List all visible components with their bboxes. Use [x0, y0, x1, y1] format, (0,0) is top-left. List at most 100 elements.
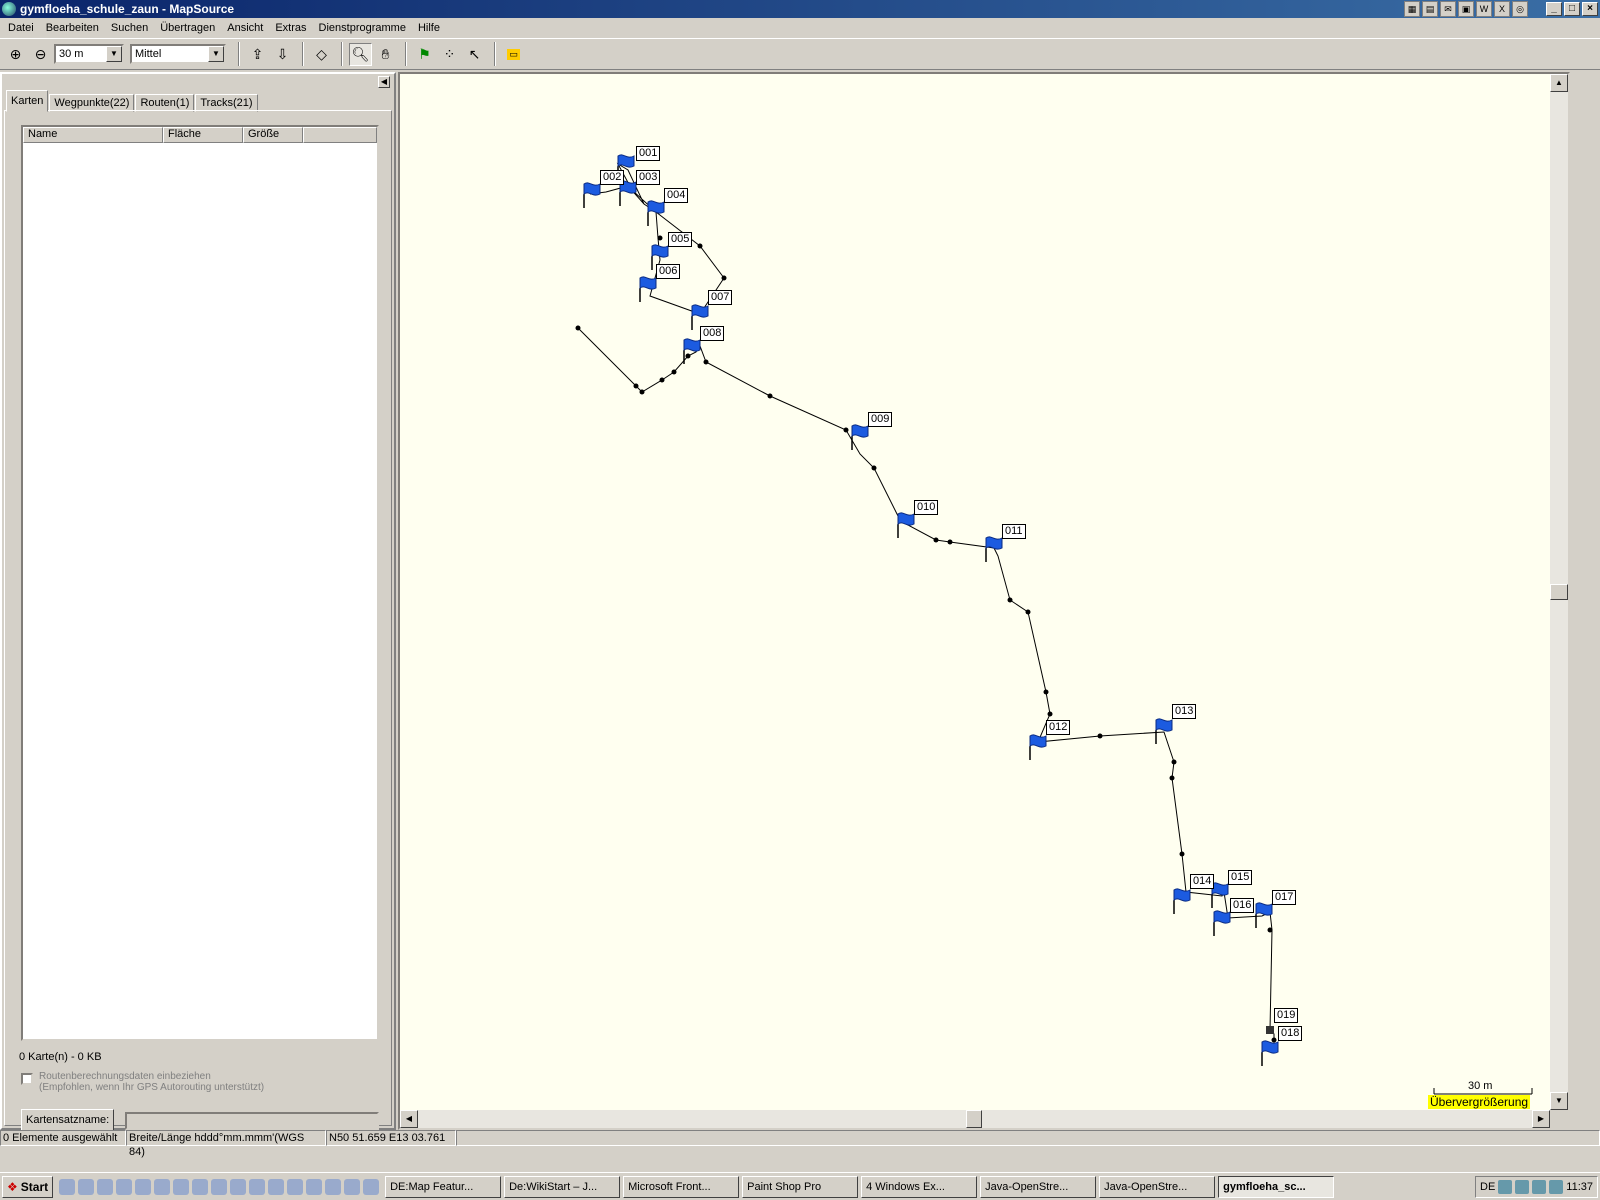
zoom-out-button[interactable]: ⊖	[29, 43, 52, 66]
tray-icon[interactable]	[1549, 1180, 1564, 1194]
quick-launch-icon[interactable]	[211, 1178, 228, 1195]
tray-icon[interactable]	[1532, 1180, 1547, 1194]
map-set-name-button[interactable]: Kartensatzname:	[21, 1109, 115, 1131]
vertical-scrollbar[interactable]: ▲ ▼	[1550, 74, 1568, 1110]
scroll-up-button[interactable]: ▲	[1550, 74, 1568, 92]
quick-launch-icon[interactable]	[97, 1178, 114, 1195]
select-tool-button[interactable]: ↖	[463, 43, 486, 66]
column-name[interactable]: Name	[23, 127, 163, 143]
column-flaeche[interactable]: Fläche	[163, 127, 243, 143]
task-button[interactable]: Java-OpenStre...	[1099, 1175, 1216, 1198]
task-button-active[interactable]: gymfloeha_sc...	[1218, 1175, 1335, 1198]
tray-icon[interactable]	[1498, 1180, 1513, 1194]
menu-datei[interactable]: Datei	[2, 22, 40, 34]
waypoint-label[interactable]: 005	[668, 232, 693, 247]
waypoint-label[interactable]: 001	[636, 146, 661, 161]
waypoint-label[interactable]: 003	[636, 170, 661, 185]
waypoint-label[interactable]: 002	[600, 170, 625, 185]
waypoint-label[interactable]: 017	[1272, 890, 1297, 905]
waypoint-label[interactable]: 014	[1190, 874, 1215, 889]
waypoint-label[interactable]: 010	[914, 500, 939, 515]
quick-launch-icon[interactable]	[363, 1178, 380, 1195]
collapse-panel-button[interactable]: ◀	[378, 76, 390, 88]
clock[interactable]: 11:37	[1566, 1181, 1593, 1193]
waypoint-label[interactable]: 006	[656, 264, 681, 279]
send-to-device-button[interactable]: ⇩	[271, 43, 294, 66]
waypoint-label[interactable]: 016	[1230, 898, 1255, 913]
quick-launch-icon[interactable]	[268, 1178, 285, 1195]
quick-launch-icon[interactable]	[306, 1178, 323, 1195]
map-tool-button[interactable]: ◇	[310, 43, 333, 66]
horizontal-scrollbar[interactable]: ◀ ▶	[400, 1110, 1550, 1128]
waypoint-label[interactable]: 008	[700, 326, 725, 341]
quick-launch-icon[interactable]	[230, 1178, 247, 1195]
hand-tool-button[interactable]: ✋︎	[374, 43, 397, 66]
quick-icon[interactable]: ▤	[1422, 1, 1438, 17]
route-tool-button[interactable]: ⁘	[438, 43, 461, 66]
mapsource-app-icon[interactable]	[2, 2, 16, 16]
task-button[interactable]: Java-OpenStre...	[980, 1175, 1097, 1198]
horizontal-scroll-thumb[interactable]	[966, 1110, 982, 1128]
waypoint-label[interactable]: 013	[1172, 704, 1197, 719]
waypoint-label[interactable]: 007	[708, 290, 733, 305]
zoom-in-button[interactable]: ⊕	[4, 43, 27, 66]
waypoint-label[interactable]: 015	[1228, 870, 1253, 885]
waypoint-label[interactable]: 018	[1278, 1026, 1303, 1041]
menu-bearbeiten[interactable]: Bearbeiten	[40, 22, 105, 34]
quick-launch-icon[interactable]	[135, 1178, 152, 1195]
waypoint-label[interactable]: 011	[1002, 524, 1026, 539]
quick-icon[interactable]: W	[1476, 1, 1492, 17]
quick-launch-icon[interactable]	[173, 1178, 190, 1195]
menu-uebertragen[interactable]: Übertragen	[154, 22, 221, 34]
task-button[interactable]: 4 Windows Ex...	[861, 1175, 978, 1198]
receive-from-device-button[interactable]: ⇪	[246, 43, 269, 66]
waypoint-label[interactable]: 012	[1046, 720, 1071, 735]
waypoint-label[interactable]: 019	[1274, 1008, 1299, 1023]
zoom-tool-button[interactable]: 🔍︎	[349, 42, 372, 66]
maximize-button[interactable]: □	[1564, 2, 1580, 16]
start-button[interactable]: ❖ Start	[2, 1175, 54, 1198]
routing-data-checkbox[interactable]	[21, 1073, 33, 1085]
quick-launch-icon[interactable]	[325, 1178, 342, 1195]
menu-dienstprogramme[interactable]: Dienstprogramme	[313, 22, 412, 34]
waypoint-tool-button[interactable]: ⚑	[413, 43, 436, 66]
quick-icon[interactable]: X	[1494, 1, 1510, 17]
map-canvas[interactable]: 001 002 003 004 005 006 007 008 009 010 …	[400, 74, 1550, 1110]
task-button[interactable]: Paint Shop Pro	[742, 1175, 859, 1198]
menu-extras[interactable]: Extras	[269, 22, 312, 34]
vertical-scroll-thumb[interactable]	[1550, 584, 1568, 600]
menu-ansicht[interactable]: Ansicht	[221, 22, 269, 34]
waypoint-label[interactable]: 009	[868, 412, 893, 427]
task-button[interactable]: Microsoft Front...	[623, 1175, 740, 1198]
minimize-button[interactable]: _	[1546, 2, 1562, 16]
task-button[interactable]: De:WikiStart – J...	[504, 1175, 621, 1198]
scroll-down-button[interactable]: ▼	[1550, 1092, 1568, 1110]
scroll-right-button[interactable]: ▶	[1532, 1110, 1550, 1128]
quick-launch-icon[interactable]	[154, 1178, 171, 1195]
distance-tool-button[interactable]: ▭	[502, 43, 525, 66]
column-groesse[interactable]: Größe	[243, 127, 303, 143]
detail-level-select[interactable]: Mittel ▼	[130, 44, 226, 64]
scroll-left-button[interactable]: ◀	[400, 1110, 418, 1128]
routing-data-option[interactable]: Routenberechnungsdaten einbeziehen (Empf…	[21, 1071, 264, 1093]
quick-launch-icon[interactable]	[78, 1178, 95, 1195]
menu-hilfe[interactable]: Hilfe	[412, 22, 446, 34]
tab-karten[interactable]: Karten	[6, 90, 49, 112]
dropdown-arrow-icon[interactable]: ▼	[106, 46, 122, 62]
language-indicator[interactable]: DE	[1480, 1181, 1495, 1193]
quick-launch-icon[interactable]	[344, 1178, 361, 1195]
zoom-level-select[interactable]: 30 m ▼	[54, 44, 124, 64]
dropdown-arrow-icon[interactable]: ▼	[208, 46, 224, 62]
maps-list[interactable]: Name Fläche Größe	[21, 125, 379, 1041]
quick-icon[interactable]: ▣	[1458, 1, 1474, 17]
quick-icon[interactable]: ✉	[1440, 1, 1456, 17]
task-button[interactable]: DE:Map Featur...	[385, 1175, 502, 1198]
waypoint-label[interactable]: 004	[664, 188, 689, 203]
quick-icon[interactable]: ▦	[1404, 1, 1420, 17]
quick-launch-icon[interactable]	[116, 1178, 133, 1195]
quick-launch-icon[interactable]	[59, 1178, 76, 1195]
close-button[interactable]: ×	[1582, 2, 1598, 16]
quick-launch-icon[interactable]	[249, 1178, 266, 1195]
menu-suchen[interactable]: Suchen	[105, 22, 154, 34]
quick-launch-icon[interactable]	[287, 1178, 304, 1195]
